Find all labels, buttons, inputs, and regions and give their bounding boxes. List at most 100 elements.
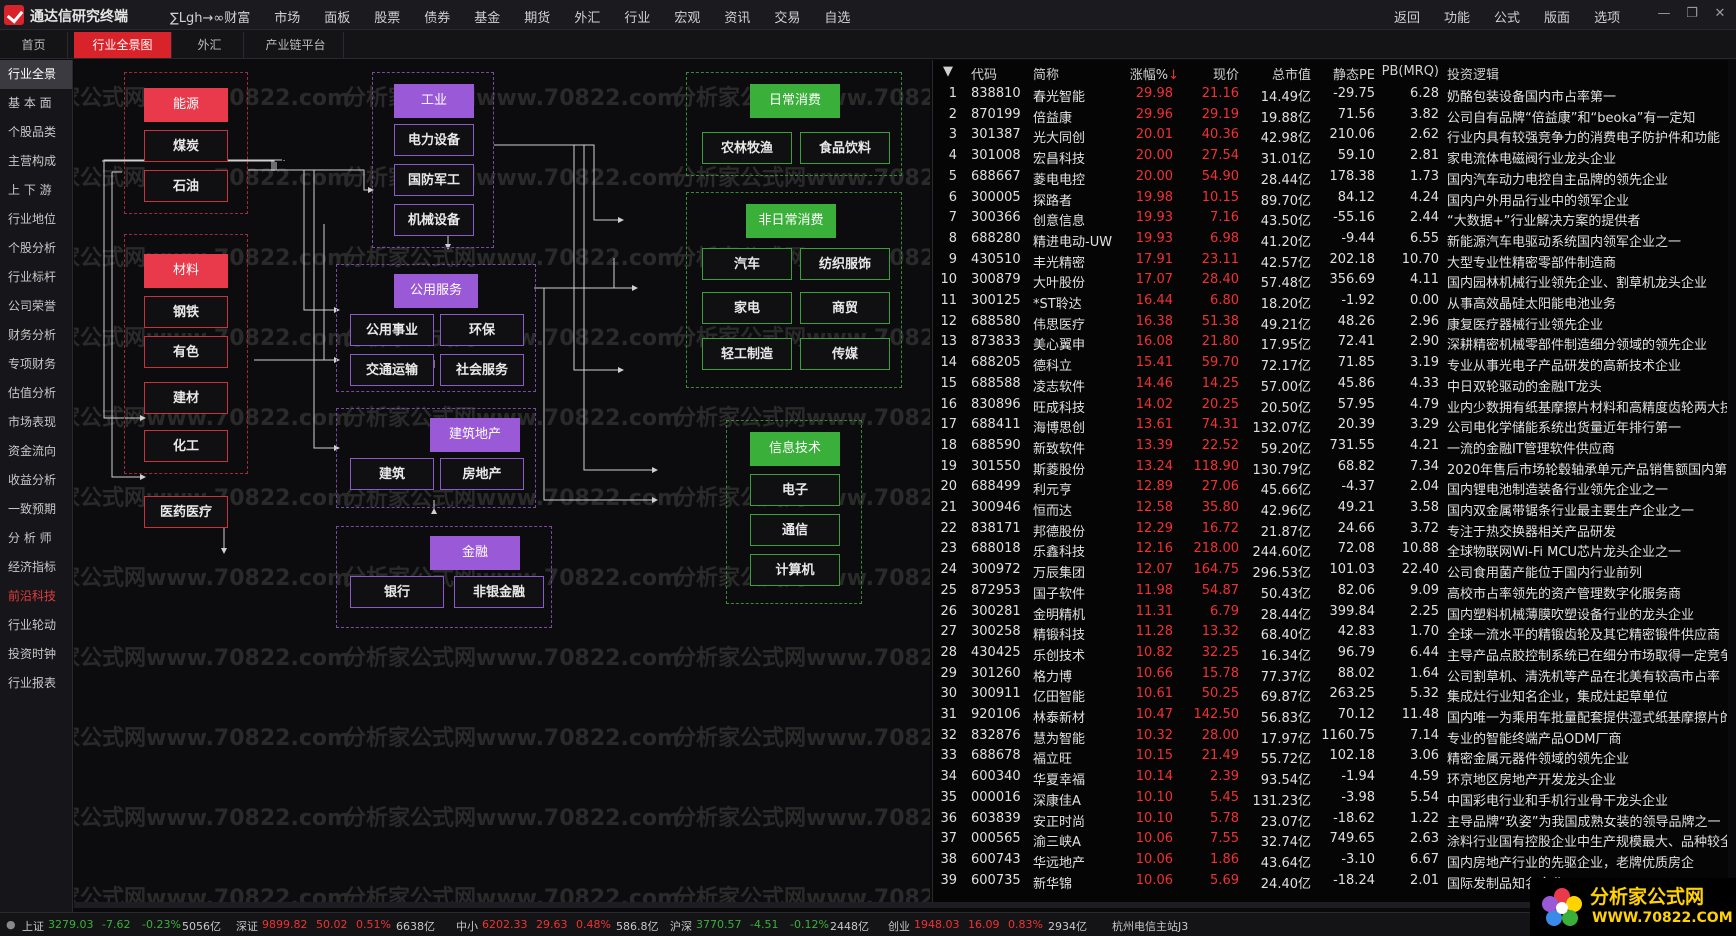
daily-header[interactable]: 日常消费 — [750, 84, 840, 118]
tab-industry-panorama[interactable]: 行业全景图 — [74, 32, 172, 58]
finance-header[interactable]: 金融 — [430, 536, 520, 570]
menu-item[interactable]: 基金 — [474, 7, 500, 26]
node-nonbank-finance[interactable]: 非银金融 — [454, 576, 544, 608]
restore-icon[interactable]: ❐ — [1678, 6, 1706, 21]
table-row[interactable]: 18 688590 新致软件 13.39 22.52 59.20亿 731.55 4.21 一流… — [933, 436, 1729, 457]
node-utilities[interactable]: 公用事业 — [350, 314, 434, 346]
col-pe[interactable]: 静态PE — [1319, 64, 1375, 83]
sidebar-item[interactable]: 一致预期 — [0, 495, 72, 524]
col-change-pct[interactable]: 涨幅%↓ — [1121, 64, 1179, 83]
node-pharma[interactable]: 医药医疗 — [144, 496, 228, 528]
industry-header[interactable]: 工业 — [394, 84, 474, 118]
menu-item[interactable]: 债券 — [424, 7, 450, 26]
menu-item[interactable]: 自选 — [824, 7, 850, 26]
table-row[interactable]: 11 300125 *ST聆达 16.44 6.80 18.20亿 -1.92 0.00 从事高… — [933, 291, 1729, 312]
col-name[interactable]: 简称 — [1033, 64, 1059, 83]
sidebar-item[interactable]: 公司荣誉 — [0, 292, 72, 321]
table-row[interactable]: 1 838810 春光智能 29.98 21.16 14.49亿 -29.75 6.28 奶酪包… — [933, 84, 1729, 105]
sidebar-item[interactable]: 市场表现 — [0, 408, 72, 437]
table-row[interactable]: 33 688678 福立旺 10.15 21.49 55.72亿 102.18 3.06 精密金… — [933, 746, 1729, 767]
node-defense[interactable]: 国防军工 — [394, 164, 474, 196]
it-header[interactable]: 信息技术 — [750, 432, 840, 466]
table-row[interactable]: 29 301260 格力博 10.66 15.78 77.37亿 88.02 1.64 公司割草… — [933, 664, 1729, 685]
sidebar-item[interactable]: 个股品类 — [0, 118, 72, 147]
node-food-beverage[interactable]: 食品饮料 — [800, 132, 890, 164]
table-row[interactable]: 27 300258 精锻科技 11.28 13.32 68.40亿 42.83 1.70 全球一… — [933, 622, 1729, 643]
sort-icon[interactable]: ▼ — [943, 64, 953, 79]
sidebar-item[interactable]: 财务分析 — [0, 321, 72, 350]
table-row[interactable]: 5 688667 菱电电控 20.00 54.90 28.44亿 178.38 1.73 国内汽… — [933, 167, 1729, 188]
node-light-manufacturing[interactable]: 轻工制造 — [702, 338, 792, 370]
sidebar-item[interactable]: 前沿科技 — [0, 582, 72, 611]
minimize-icon[interactable]: — — [1650, 6, 1678, 21]
menu-item[interactable]: 交易 — [774, 7, 800, 26]
table-row[interactable]: 23 688018 乐鑫科技 12.16 218.00 244.60亿 72.08 10.88… — [933, 539, 1729, 560]
tab-forex[interactable]: 外汇 — [176, 32, 244, 58]
tab-home[interactable]: 首页 — [0, 32, 68, 58]
menu-item[interactable]: 期货 — [524, 7, 550, 26]
right-menu-item[interactable]: 公式 — [1494, 7, 1520, 26]
table-row[interactable]: 2 870199 倍益康 29.96 29.19 19.88亿 71.56 3.82 公司自有品… — [933, 105, 1729, 126]
menu-item[interactable]: 资讯 — [724, 7, 750, 26]
table-row[interactable]: 19 301550 斯菱股份 13.24 118.90 130.79亿 68.82 7.34 2… — [933, 457, 1729, 478]
sidebar-item[interactable]: 行业标杆 — [0, 263, 72, 292]
node-real-estate[interactable]: 房地产 — [440, 458, 524, 490]
table-row[interactable]: 9 430510 丰光精密 17.91 23.11 42.57亿 202.18 10.70 大型… — [933, 250, 1729, 271]
table-row[interactable]: 8 688280 精进电动-UW 19.93 6.98 41.20亿 -9.44 6.55 新能… — [933, 229, 1729, 250]
tab-industry-chain[interactable]: 产业链平台 — [248, 32, 344, 58]
table-row[interactable]: 7 300366 创意信息 19.93 7.16 43.50亿 -55.16 2.44 “大数据… — [933, 208, 1729, 229]
sidebar-item[interactable]: 行业全景 — [0, 60, 72, 89]
table-row[interactable]: 3 301387 光大同创 20.01 40.36 42.98亿 210.06 2.62 行业内… — [933, 125, 1729, 146]
sidebar-item[interactable]: 分 析 师 — [0, 524, 72, 553]
table-row[interactable]: 21 300946 恒而达 12.58 35.80 42.96亿 49.21 3.58 国内双金… — [933, 498, 1729, 519]
sidebar-item[interactable]: 估值分析 — [0, 379, 72, 408]
table-row[interactable]: 6 300005 探路者 19.98 10.15 89.70亿 84.12 4.24 国内户外用… — [933, 188, 1729, 209]
right-menu-item[interactable]: 版面 — [1544, 7, 1570, 26]
right-menu-item[interactable]: 返回 — [1394, 7, 1420, 26]
col-pb[interactable]: PB(MRQ) — [1379, 64, 1439, 79]
table-row[interactable]: 26 300281 金明精机 11.31 6.79 28.44亿 399.84 2.25 国内塑… — [933, 602, 1729, 623]
node-textiles[interactable]: 纺织服饰 — [800, 248, 890, 280]
node-chemicals[interactable]: 化工 — [144, 430, 228, 462]
table-row[interactable]: 13 873833 美心翼申 16.08 21.80 17.95亿 72.41 2.90 深耕精… — [933, 332, 1729, 353]
sidebar-item[interactable]: 个股分析 — [0, 234, 72, 263]
table-row[interactable]: 28 430425 乐创技术 10.82 32.25 16.34亿 96.79 6.44 主导产… — [933, 643, 1729, 664]
horizontal-scrollbar[interactable] — [74, 902, 1728, 908]
node-computer[interactable]: 计算机 — [750, 554, 840, 586]
table-row[interactable]: 22 838171 邦德股份 12.29 16.72 21.87亿 24.66 3.72 专注于… — [933, 519, 1729, 540]
sidebar-item[interactable]: 基 本 面 — [0, 89, 72, 118]
table-row[interactable]: 35 000016 深康佳A 10.10 5.45 131.23亿 -3.98 5.54 中国彩… — [933, 788, 1729, 809]
public-header[interactable]: 公用服务 — [394, 274, 478, 308]
energy-header[interactable]: 能源 — [144, 88, 228, 122]
node-machinery[interactable]: 机械设备 — [394, 204, 474, 236]
node-agriculture[interactable]: 农林牧渔 — [702, 132, 792, 164]
table-row[interactable]: 15 688588 凌志软件 14.46 14.25 57.00亿 45.86 4.33 中日双… — [933, 374, 1729, 395]
table-row[interactable]: 16 830896 旺成科技 14.02 20.25 20.50亿 57.95 4.79 业内少… — [933, 395, 1729, 416]
node-retail[interactable]: 商贸 — [800, 292, 890, 324]
sidebar-item[interactable]: 行业地位 — [0, 205, 72, 234]
node-building-materials[interactable]: 建材 — [144, 382, 228, 414]
close-icon[interactable]: ✕ — [1706, 6, 1734, 21]
materials-header[interactable]: 材料 — [144, 254, 228, 288]
table-row[interactable]: 31 920106 林泰新材 10.47 142.50 56.83亿 70.12 11.48 国… — [933, 705, 1729, 726]
node-power-equipment[interactable]: 电力设备 — [394, 124, 474, 156]
sidebar-item[interactable]: 收益分析 — [0, 466, 72, 495]
node-telecom[interactable]: 通信 — [750, 514, 840, 546]
table-row[interactable]: 30 300911 亿田智能 10.61 50.25 69.87亿 263.25 5.32 集成… — [933, 684, 1729, 705]
right-menu-item[interactable]: 功能 — [1444, 7, 1470, 26]
right-menu-item[interactable]: 选项 — [1594, 7, 1620, 26]
node-oil[interactable]: 石油 — [144, 170, 228, 202]
table-row[interactable]: 24 300972 万辰集团 12.07 164.75 296.53亿 101.03 22.4… — [933, 560, 1729, 581]
node-transport[interactable]: 交通运输 — [350, 354, 434, 386]
table-row[interactable]: 37 000565 渝三峡A 10.06 7.55 32.74亿 749.65 2.63 涂料行… — [933, 829, 1729, 850]
sidebar-item[interactable]: 主营构成 — [0, 147, 72, 176]
sidebar-item[interactable]: 行业轮动 — [0, 611, 72, 640]
node-nonferrous[interactable]: 有色 — [144, 336, 228, 368]
menu-item[interactable]: 宏观 — [674, 7, 700, 26]
table-row[interactable]: 36 603839 安正时尚 10.10 5.78 23.07亿 -18.62 1.22 主导品… — [933, 809, 1729, 830]
sidebar-item[interactable]: 上 下 游 — [0, 176, 72, 205]
sidebar-item[interactable]: 投资时钟 — [0, 640, 72, 669]
table-row[interactable]: 20 688499 利元亨 12.89 27.06 45.66亿 -4.37 2.04 国内锂电… — [933, 477, 1729, 498]
col-market-cap[interactable]: 总市值 — [1245, 64, 1311, 83]
table-row[interactable]: 38 600743 华远地产 10.06 1.86 43.64亿 -3.10 6.67 国内房地… — [933, 850, 1729, 871]
